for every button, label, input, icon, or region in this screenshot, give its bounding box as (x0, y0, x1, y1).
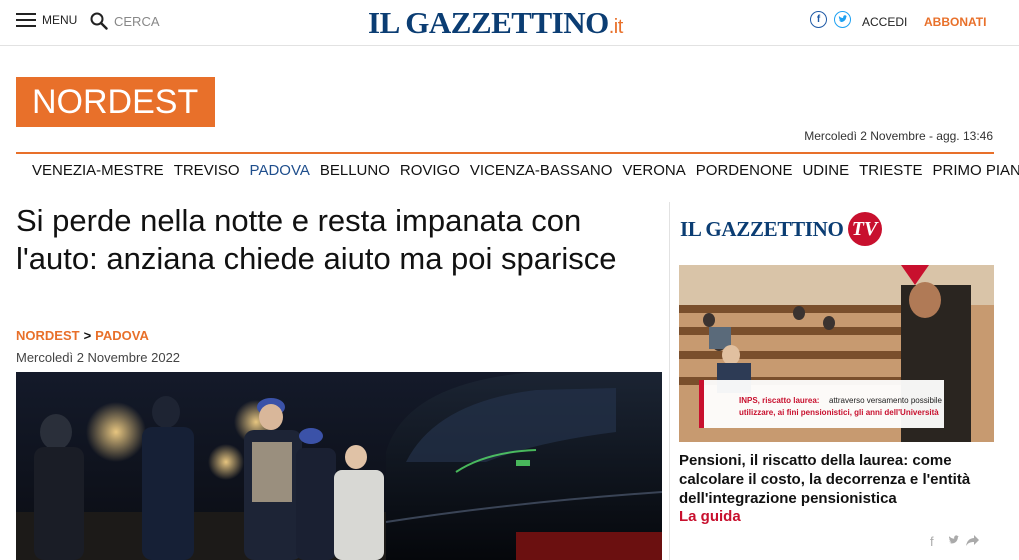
menu-button[interactable]: MENU (16, 13, 77, 27)
article-photo[interactable] (16, 372, 662, 560)
subnav-item-primo-piano[interactable]: PRIMO PIANO (932, 162, 1019, 179)
search-button[interactable]: CERCA (90, 12, 160, 30)
subnav-item-venezia-mestre[interactable]: VENEZIA-MESTRE (32, 162, 164, 179)
subnav-item-vicenza-bassano[interactable]: VICENZA-BASSANO (470, 162, 613, 179)
video-overlay-line2: utilizzare, ai fini pensionistici, gli a… (739, 408, 939, 417)
twitter-share-icon[interactable] (948, 534, 960, 549)
subnav-item-pordenone[interactable]: PORDENONE (696, 162, 793, 179)
breadcrumb-subsection[interactable]: PADOVA (95, 328, 149, 343)
tv-logo-text: IL GAZZETTINO (680, 216, 844, 241)
twitter-icon[interactable] (834, 11, 851, 28)
subsection-nav: VENEZIA-MESTRE TREVISO PADOVA BELLUNO RO… (32, 162, 1019, 179)
video-caption[interactable]: Pensioni, il riscatto della laurea: come… (679, 451, 979, 508)
hamburger-icon (16, 13, 36, 27)
subnav-item-udine[interactable]: UDINE (802, 162, 849, 179)
subscribe-link[interactable]: ABBONATI (924, 15, 986, 29)
video-tag[interactable]: La guida (679, 508, 741, 525)
video-thumbnail[interactable]: INPS, riscatto laurea: attraverso versam… (679, 265, 994, 442)
twitter-share-bird-icon (949, 535, 960, 544)
lecture-hall-image: INPS, riscatto laurea: attraverso versam… (679, 265, 994, 442)
breadcrumb-section[interactable]: NORDEST (16, 328, 80, 343)
search-icon (90, 12, 108, 30)
logo-tld: .it (608, 16, 624, 38)
breadcrumb: NORDEST > PADOVA (16, 328, 149, 343)
facebook-icon[interactable]: f (810, 11, 827, 28)
breadcrumb-separator: > (83, 328, 92, 343)
subnav-item-trieste[interactable]: TRIESTE (859, 162, 922, 179)
article-date: Mercoledì 2 Novembre 2022 (16, 350, 181, 365)
search-label: CERCA (114, 13, 160, 29)
gazzettino-tv-logo[interactable]: IL GAZZETTINO TV (680, 212, 882, 246)
twitter-bird-icon (838, 15, 847, 22)
facebook-share-icon[interactable]: f (930, 534, 934, 549)
subnav-item-verona[interactable]: VERONA (622, 162, 685, 179)
tv-badge-icon: TV (847, 212, 882, 246)
dateline: Mercoledì 2 Novembre - agg. 13:46 (804, 129, 993, 143)
top-bar: MENU CERCA IL GAZZETTINO.it f ACCEDI ABB… (0, 0, 1019, 46)
share-arrow-icon[interactable] (966, 534, 979, 549)
menu-label: MENU (42, 13, 78, 27)
video-overlay-text: attraverso versamento possibile (829, 396, 942, 405)
subnav-item-rovigo[interactable]: ROVIGO (400, 162, 460, 179)
article-headline: Si perde nella notte e resta impanata co… (16, 203, 617, 276)
site-logo[interactable]: IL GAZZETTINO.it (368, 5, 623, 41)
night-police-scene-image (16, 372, 662, 560)
section-divider (16, 152, 994, 154)
subnav-item-padova[interactable]: PADOVA (250, 162, 310, 179)
share-arrow-glyph-icon (966, 535, 979, 546)
login-link[interactable]: ACCEDI (862, 15, 907, 29)
video-overlay-bold: INPS, riscatto laurea: (739, 396, 819, 405)
section-title[interactable]: NORDEST (16, 77, 215, 127)
logo-main: IL GAZZETTINO (368, 5, 609, 40)
column-divider (669, 202, 670, 560)
subnav-item-treviso[interactable]: TREVISO (174, 162, 240, 179)
subnav-item-belluno[interactable]: BELLUNO (320, 162, 390, 179)
